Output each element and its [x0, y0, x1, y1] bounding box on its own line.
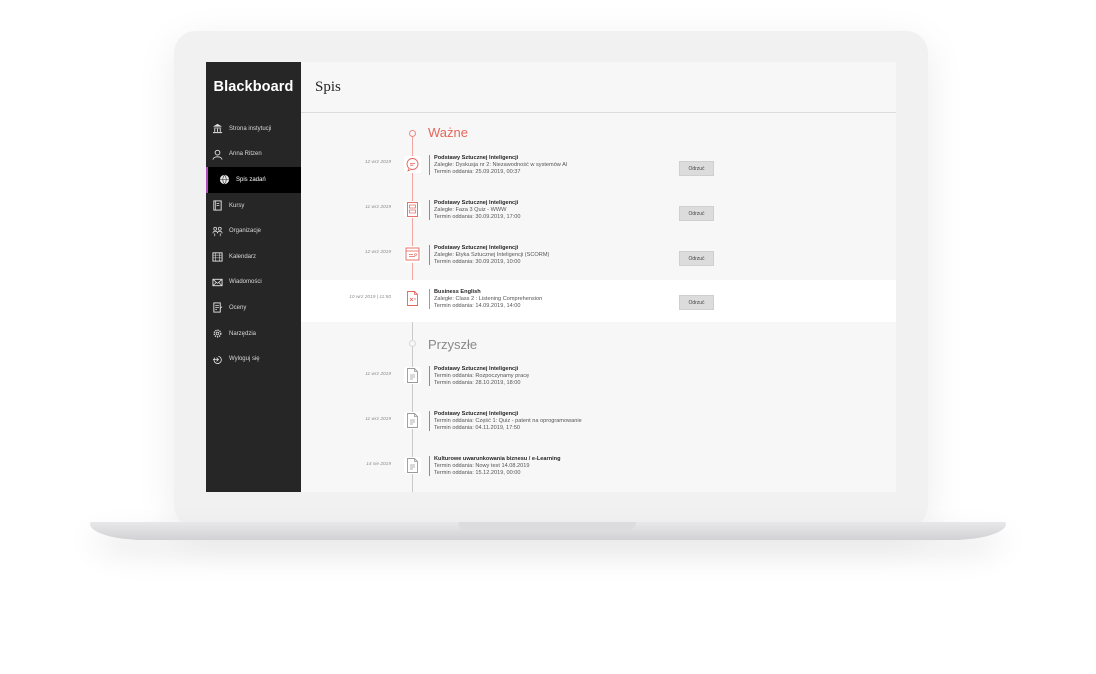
- item-due: Termin oddania: 14.09.2019, 14:00: [434, 302, 521, 309]
- item-title[interactable]: Zaległe: Etyka Sztucznej Inteligencji (S…: [434, 252, 549, 259]
- item-info: Business English Zaległe: Class 2 : List…: [429, 289, 542, 310]
- item-info: Podstawy Sztucznej Inteligencji Zaległe:…: [429, 245, 549, 266]
- main-content: Spis Ważne 12 wrz 2019 Podstawy Sztuczne…: [301, 62, 896, 492]
- sidebar-item-grades[interactable]: Oceny: [206, 295, 301, 321]
- discussion-icon: [404, 156, 421, 173]
- page-title: Spis: [315, 78, 341, 95]
- item-due: Termin oddania: 04.11.2019, 17:50: [434, 424, 521, 431]
- item-course[interactable]: Podstawy Sztucznej Inteligencji: [434, 155, 567, 162]
- sidebar-item-institution[interactable]: Strona instytucji: [206, 116, 301, 142]
- dismiss-button[interactable]: Odrzuć: [679, 161, 714, 176]
- list-item[interactable]: 11 wrz 2019 Podstawy Sztucznej Inteligen…: [301, 198, 896, 242]
- assignment-icon: [404, 290, 421, 307]
- item-due: Termin oddania: 28.10.2019, 18:00: [434, 379, 521, 386]
- section-title-upcoming: Przyszłe: [428, 337, 478, 352]
- item-info: Podstawy Sztucznej Inteligencji Termin o…: [429, 411, 582, 432]
- sidebar-item-organizations[interactable]: Organizacje: [206, 218, 301, 244]
- item-title[interactable]: Zaległe: Faza 3 Quiz - WWW: [434, 207, 520, 214]
- item-info: Podstawy Sztucznej Inteligencji Zaległe:…: [429, 200, 521, 221]
- sidebar-nav: Strona instytucji Anna Ritzen Spis zadań…: [206, 116, 301, 372]
- sidebar-item-label: Wyloguj się: [229, 356, 260, 363]
- item-info: Podstawy Sztucznej Inteligencji Zaległe:…: [429, 155, 567, 176]
- item-course[interactable]: Business English: [434, 289, 542, 296]
- sidebar-item-label: Organizacje: [229, 228, 262, 235]
- sidebar-item-label: Kalendarz: [229, 253, 257, 260]
- document-icon: [404, 457, 421, 474]
- logout-icon: [212, 355, 222, 364]
- globe-icon: [219, 175, 230, 185]
- item-date: 14 sie 2019: [366, 462, 391, 467]
- sidebar: Blackboard Strona instytucji Anna Ritzen…: [206, 62, 301, 492]
- sidebar-item-label: Anna Ritzen: [229, 151, 262, 158]
- sidebar-item-label: Spis zadań: [236, 176, 266, 183]
- list-item[interactable]: 12 wrz 2019 Podstawy Sztucznej Inteligen…: [301, 153, 896, 197]
- item-info: Kulturowe uwarunkowania biznesu / e-Lear…: [429, 456, 561, 477]
- sidebar-item-label: Strona instytucji: [229, 125, 272, 132]
- institution-icon: [212, 124, 223, 134]
- list-item[interactable]: 11 wrz 2019 Podstawy Sztucznej Inteligen…: [301, 409, 896, 453]
- sidebar-item-messages[interactable]: Wiadomości: [206, 270, 301, 296]
- item-due: Termin oddania: 15.12.2019, 00:00: [434, 469, 521, 476]
- item-due: Termin oddania: 25.09.2019, 00:37: [434, 168, 521, 175]
- item-due: Termin oddania: 30.09.2019, 10:00: [434, 258, 521, 265]
- sidebar-item-label: Wiadomości: [229, 279, 262, 286]
- sidebar-item-courses[interactable]: Kursy: [206, 193, 301, 219]
- item-title[interactable]: Zaległe: Class 2 : Listening Comprehensi…: [434, 296, 542, 303]
- item-due: Termin oddania: 30.09.2019, 17:00: [434, 213, 521, 220]
- calendar-icon: [212, 252, 223, 262]
- list-item[interactable]: 10 wrz 2019 | 11:50 Business English Zal…: [301, 280, 896, 322]
- item-date: 11 wrz 2019: [365, 417, 391, 422]
- item-title[interactable]: Termin oddania: Rozpoczynamy pracę: [434, 373, 529, 380]
- book-icon: [213, 200, 222, 211]
- item-date: 12 wrz 2019: [364, 160, 391, 165]
- item-date: 11 wrz 2019: [365, 372, 391, 377]
- item-date: 12 wrz 2019: [364, 250, 391, 255]
- item-course[interactable]: Podstawy Sztucznej Inteligencji: [434, 366, 529, 373]
- document-icon: [404, 367, 421, 384]
- list-item[interactable]: 14 sie 2019 Kulturowe uwarunkowania bizn…: [301, 454, 896, 492]
- dismiss-button[interactable]: Odrzuć: [679, 251, 714, 266]
- item-info: Podstawy Sztucznej Inteligencji Termin o…: [429, 366, 529, 387]
- section-title-important: Ważne: [428, 125, 468, 140]
- quiz-icon: [404, 201, 421, 218]
- laptop-notch: [458, 522, 636, 530]
- sidebar-item-tools[interactable]: Narzędzia: [206, 321, 301, 347]
- brand-logo: Blackboard: [213, 79, 294, 95]
- list-item[interactable]: 11 wrz 2019 Podstawy Sztucznej Inteligen…: [301, 364, 896, 408]
- mail-icon: [212, 278, 223, 287]
- item-course[interactable]: Podstawy Sztucznej Inteligencji: [434, 411, 582, 418]
- item-date: 10 wrz 2019 | 11:50: [349, 295, 391, 300]
- timeline-dot-upcoming: [409, 340, 416, 347]
- user-icon: [212, 149, 223, 160]
- item-title[interactable]: Zaległe: Dyskusja nr 2: Niezawodność w s…: [434, 162, 567, 169]
- timeline-dot-important: [409, 130, 416, 137]
- sidebar-item-label: Kursy: [229, 202, 245, 209]
- item-date: 11 wrz 2019: [365, 205, 391, 210]
- page-header: Spis: [301, 62, 896, 113]
- sidebar-item-logout[interactable]: Wyloguj się: [206, 346, 301, 372]
- people-icon: [212, 226, 223, 236]
- grades-icon: [213, 302, 223, 313]
- sidebar-item-label: Oceny: [229, 304, 247, 311]
- sidebar-item-profile[interactable]: Anna Ritzen: [206, 142, 301, 168]
- item-course[interactable]: Podstawy Sztucznej Inteligencji: [434, 245, 549, 252]
- document-icon: [404, 412, 421, 429]
- item-course[interactable]: Podstawy Sztucznej Inteligencji: [434, 200, 520, 207]
- item-title[interactable]: Termin oddania: Nowy test 14.08.2019: [434, 463, 561, 470]
- gear-icon: [213, 329, 222, 338]
- scorm-icon: [404, 246, 421, 263]
- sidebar-item-activity[interactable]: Spis zadań: [206, 167, 301, 193]
- dismiss-button[interactable]: Odrzuć: [679, 206, 714, 221]
- item-title[interactable]: Termin oddania: Część 1: Quiz - patent n…: [434, 418, 582, 425]
- screen: Blackboard Strona instytucji Anna Ritzen…: [206, 62, 896, 492]
- sidebar-item-calendar[interactable]: Kalendarz: [206, 244, 301, 270]
- dismiss-button[interactable]: Odrzuć: [679, 295, 714, 310]
- sidebar-item-label: Narzędzia: [229, 330, 257, 337]
- item-course[interactable]: Kulturowe uwarunkowania biznesu / e-Lear…: [434, 456, 561, 463]
